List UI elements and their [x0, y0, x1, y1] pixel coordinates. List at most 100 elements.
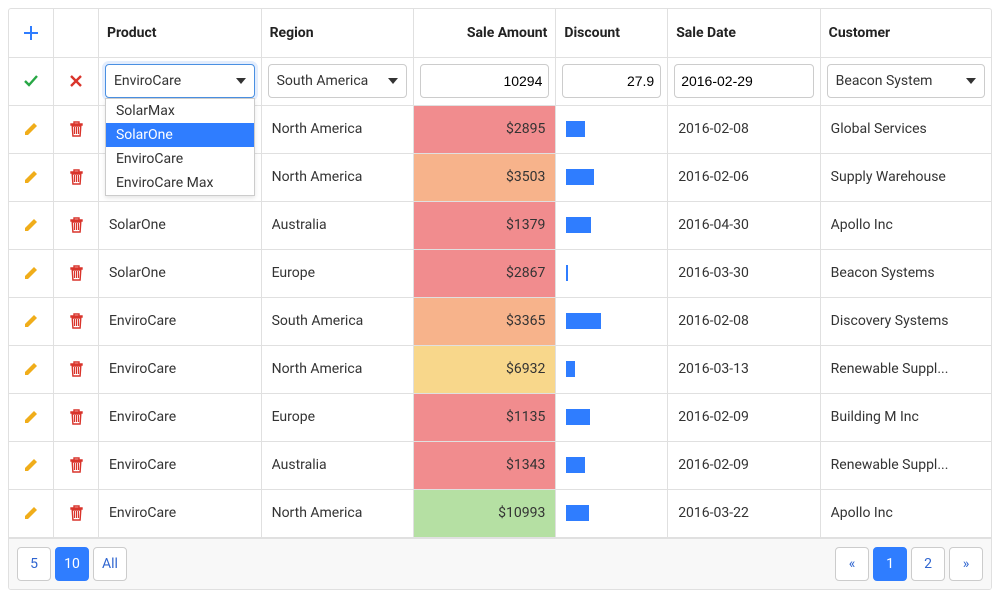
- add-row-header[interactable]: [9, 9, 54, 57]
- page-size-button[interactable]: 10: [55, 547, 89, 581]
- customer-cell: Discovery Systems: [831, 313, 981, 329]
- edit-button[interactable]: [9, 106, 53, 153]
- product-cell: EnviroCare: [109, 313, 251, 329]
- delete-button[interactable]: [54, 106, 98, 153]
- customer-cell: Supply Warehouse: [831, 169, 981, 185]
- page-size-button[interactable]: All: [93, 547, 127, 581]
- page-number-button[interactable]: 1: [873, 547, 907, 581]
- header-product[interactable]: Product: [98, 9, 261, 57]
- edit-button[interactable]: [9, 298, 53, 345]
- sale-input[interactable]: [420, 64, 549, 98]
- edit-button[interactable]: [9, 394, 53, 441]
- data-grid: Product Region Sale Amount Discount Sale…: [8, 8, 992, 590]
- table-row: EnviroCareNorth America$109932016-03-22A…: [9, 489, 991, 537]
- customer-select[interactable]: Beacon System: [827, 64, 985, 98]
- sale-cell: $10993: [498, 505, 545, 521]
- header-date[interactable]: Sale Date: [668, 9, 820, 57]
- customer-cell: Renewable Suppl...: [831, 361, 981, 377]
- customer-cell: Global Services: [831, 121, 981, 137]
- product-option[interactable]: EnviroCare: [106, 147, 254, 171]
- customer-cell: Renewable Suppl...: [831, 457, 981, 473]
- date-input[interactable]: [674, 64, 813, 98]
- page-prev-button[interactable]: «: [835, 547, 869, 581]
- delete-button[interactable]: [54, 346, 98, 393]
- pager: 510All «12»: [9, 538, 991, 589]
- header-region[interactable]: Region: [261, 9, 413, 57]
- region-select[interactable]: South America: [268, 64, 407, 98]
- delete-button[interactable]: [54, 202, 98, 249]
- product-option[interactable]: SolarMax: [106, 99, 254, 123]
- header-sale[interactable]: Sale Amount: [414, 9, 556, 57]
- discount-input[interactable]: [562, 64, 661, 98]
- product-cell: EnviroCare: [109, 409, 251, 425]
- delete-button[interactable]: [54, 394, 98, 441]
- product-cell: SolarOne: [109, 265, 251, 281]
- region-cell: North America: [272, 121, 403, 137]
- date-cell: 2016-02-06: [678, 169, 749, 185]
- product-cell: EnviroCare: [109, 457, 251, 473]
- table-row: EnviroCare Australia $1343 2016-02-09 Renewa…: [9, 441, 991, 489]
- date-cell: 2016-02-09: [678, 457, 749, 473]
- table-row: EnviroCare South America $3365 2016-02-08 Di…: [9, 297, 991, 345]
- sale-cell: $1343: [506, 457, 545, 473]
- sale-cell: $3503: [506, 169, 545, 185]
- page-size-group: 510All: [17, 547, 127, 581]
- date-cell: 2016-04-30: [678, 217, 749, 233]
- product-cell: SolarOne: [109, 217, 251, 233]
- product-dropdown[interactable]: SolarMaxSolarOneEnviroCareEnviroCare Max: [105, 98, 255, 196]
- region-cell: South America: [272, 313, 403, 329]
- region-cell: Australia: [272, 457, 403, 473]
- customer-cell: Building M Inc: [831, 409, 981, 425]
- header-row: Product Region Sale Amount Discount Sale…: [9, 9, 991, 57]
- table-row: EnviroCareEurope$11352016-02-09Building …: [9, 393, 991, 441]
- header-discount[interactable]: Discount: [556, 9, 668, 57]
- page-number-button[interactable]: 2: [911, 547, 945, 581]
- table-row: SolarOneEurope$28672016-03-30Beacon Syst…: [9, 249, 991, 297]
- edit-button[interactable]: [9, 490, 53, 537]
- edit-button[interactable]: [9, 442, 53, 489]
- sale-cell: $2867: [506, 265, 545, 281]
- page-next-button[interactable]: »: [949, 547, 983, 581]
- region-cell: North America: [272, 361, 403, 377]
- region-cell: Europe: [272, 265, 403, 281]
- header-customer[interactable]: Customer: [820, 9, 991, 57]
- date-cell: 2016-03-22: [678, 505, 749, 521]
- region-cell: Europe: [272, 409, 403, 425]
- date-cell: 2016-03-30: [678, 265, 749, 281]
- chevron-down-icon: [388, 78, 398, 84]
- sale-cell: $1379: [506, 217, 545, 233]
- edit-button[interactable]: [9, 346, 53, 393]
- discount-bar: [566, 361, 575, 377]
- delete-button[interactable]: [54, 154, 98, 201]
- product-option[interactable]: SolarOne: [106, 123, 254, 147]
- edit-button[interactable]: [9, 250, 53, 297]
- delete-button[interactable]: [54, 490, 98, 537]
- product-cell: EnviroCare: [109, 505, 251, 521]
- discount-bar: [566, 265, 568, 281]
- region-cell: North America: [272, 169, 403, 185]
- date-cell: 2016-03-13: [678, 361, 749, 377]
- cancel-button[interactable]: [60, 64, 92, 99]
- page-nav-group: «12»: [835, 547, 983, 581]
- discount-bar: [566, 121, 584, 137]
- edit-button[interactable]: [9, 202, 53, 249]
- table-row: SolarOneAustralia$13792016-04-30Apollo I…: [9, 201, 991, 249]
- discount-bar: [566, 169, 593, 185]
- customer-select-value: Beacon System: [836, 73, 933, 89]
- sale-cell: $3365: [506, 313, 545, 329]
- page-size-button[interactable]: 5: [17, 547, 51, 581]
- edit-button[interactable]: [9, 154, 53, 201]
- product-option[interactable]: EnviroCare Max: [106, 171, 254, 195]
- customer-cell: Apollo Inc: [831, 505, 981, 521]
- date-cell: 2016-02-09: [678, 409, 749, 425]
- commit-button[interactable]: [15, 64, 47, 99]
- date-cell: 2016-02-08: [678, 313, 749, 329]
- product-select[interactable]: EnviroCare: [105, 64, 255, 98]
- delete-button[interactable]: [54, 250, 98, 297]
- editor-row: EnviroCare SolarMaxSolarOneEnviroCareEnv…: [9, 57, 991, 105]
- delete-button[interactable]: [54, 298, 98, 345]
- discount-bar: [566, 217, 591, 233]
- date-cell: 2016-02-08: [678, 121, 749, 137]
- delete-button[interactable]: [54, 442, 98, 489]
- plus-icon[interactable]: [17, 21, 45, 45]
